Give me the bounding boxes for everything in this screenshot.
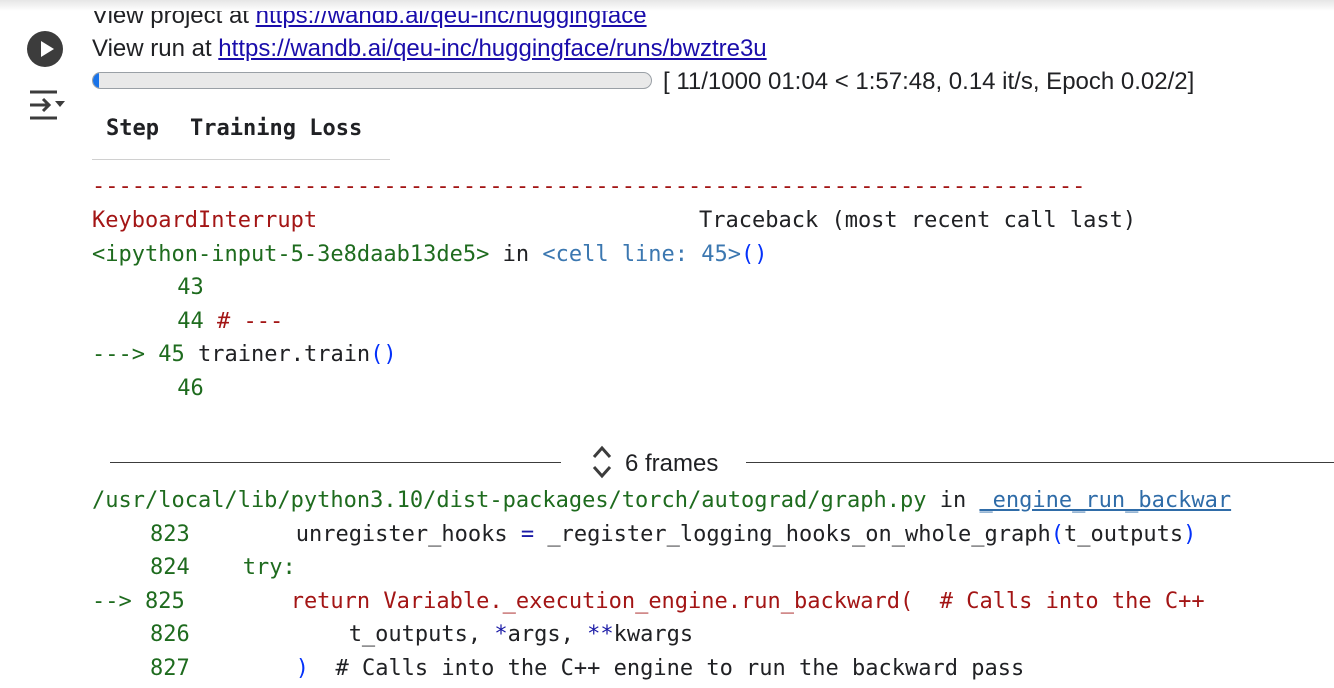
traceback-header: Traceback (most recent call last) <box>699 208 1137 233</box>
code-return: return Variable._execution_engine.run_ba… <box>184 589 1205 614</box>
file-function-link[interactable]: _engine_run_backwar <box>979 488 1231 513</box>
code-line-45-current: ---> 45 trainer.train() <box>92 342 397 367</box>
code-fn: train <box>303 342 371 367</box>
code-comment: # Calls into the C++ engine to run the b… <box>308 656 1025 681</box>
run-link[interactable]: https://wandb.ai/qeu-inc/huggingface/run… <box>218 35 766 62</box>
cell-parens: () <box>741 242 768 267</box>
top-edge-shadow <box>0 0 1334 11</box>
code-name: trainer <box>197 342 291 367</box>
code-b: _register_logging_hooks_on_whole_graph <box>534 522 1051 547</box>
code-parens: () <box>370 342 397 367</box>
line-number: 45 <box>158 342 185 367</box>
current-line-arrow: ---> <box>92 342 159 367</box>
frame-line-825-current: --> 825 return Variable._execution_engin… <box>92 589 1205 614</box>
code-line-46: 46 <box>164 376 204 401</box>
run-prefix: View run at <box>92 35 219 62</box>
cell-line-link[interactable]: <cell line: 45> <box>542 242 741 267</box>
code-b: , <box>467 622 495 647</box>
current-line-arrow: --> <box>92 589 145 614</box>
input-reference-line: <ipython-input-5-3e8daab13de5> in <cell … <box>92 242 768 267</box>
code-c: t_outputs <box>1063 522 1184 547</box>
progress-status-text: [ 11/1000 01:04 < 1:57:48, 0.14 it/s, Ep… <box>663 68 1195 95</box>
exception-name: KeyboardInterrupt <box>92 208 318 233</box>
frame-line-826: 826 t_outputs, *args, **kwargs <box>150 622 693 647</box>
frames-divider-right <box>746 462 1334 463</box>
line-number: 827 <box>150 656 190 681</box>
code-line-44: 44 # --- <box>164 309 283 334</box>
line-number: 824 <box>150 555 190 580</box>
run-cell-button[interactable] <box>27 31 63 67</box>
training-progress-bar <box>92 72 652 89</box>
input-ref: <ipython-input-5-3e8daab13de5> <box>92 242 490 267</box>
frame-line-827: 827 ) # Calls into the C++ engine to run… <box>150 656 1024 681</box>
frame-line-824: 824 try: <box>150 555 296 580</box>
line-number: 44 <box>164 309 204 334</box>
frame-file-line: /usr/local/lib/python3.10/dist-packages/… <box>92 488 1231 513</box>
line-number: 826 <box>150 622 190 647</box>
expand-collapse-icon[interactable] <box>590 443 614 481</box>
file-path: /usr/local/lib/python3.10/dist-packages/… <box>92 488 927 513</box>
table-header-training-loss: Training Loss <box>190 116 363 141</box>
frames-divider-left <box>110 462 561 463</box>
code-star: * <box>494 622 508 647</box>
line-number: 823 <box>150 522 190 547</box>
code-paren: ) <box>295 656 309 681</box>
table-header-divider <box>92 159 390 160</box>
line-number: 825 <box>144 589 185 614</box>
in-word: in <box>489 242 543 267</box>
code-dot: . <box>290 342 304 367</box>
code-kwargs: kwargs <box>613 622 694 647</box>
code-try: try: <box>189 555 296 580</box>
code-line-43: 43 <box>164 275 204 300</box>
file-in: in <box>926 488 980 513</box>
traceback-dashes: ----------------------------------------… <box>92 174 1086 199</box>
code-p2: ) <box>1183 522 1197 547</box>
comment: # --- <box>203 309 284 334</box>
code-a: unregister_hooks <box>189 522 521 547</box>
code-comma: , <box>560 622 588 647</box>
frames-toggle-label[interactable]: 6 frames <box>625 450 718 478</box>
table-header-step: Step <box>106 116 159 141</box>
code-p1: ( <box>1050 522 1064 547</box>
output-toggle-icon[interactable] <box>27 88 67 122</box>
wandb-run-line: View run at https://wandb.ai/qeu-inc/hug… <box>92 35 767 63</box>
code-args: args <box>507 622 561 647</box>
code-double-star: ** <box>587 622 614 647</box>
code-eq: = <box>520 522 535 547</box>
code-a: t_outputs <box>189 622 468 647</box>
frame-line-823: 823 unregister_hooks = _register_logging… <box>150 522 1196 547</box>
progress-fill <box>93 73 100 88</box>
